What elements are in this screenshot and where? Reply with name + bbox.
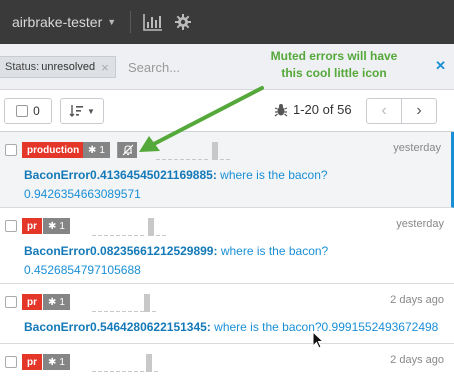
row-checkbox[interactable] [5,220,17,232]
error-row[interactable]: production ✱ 1 yesterday BaconError0.413… [0,132,454,208]
occurrence-count: 1 [59,356,65,368]
row-checkbox[interactable] [5,356,17,368]
occurrence-count: 1 [99,144,105,156]
bug-icon: ✱ [88,144,97,156]
navbar-divider [130,11,132,33]
error-list-screen: airbrake-tester ▼ Status: unresolved × S… [0,0,454,376]
bug-icon: ✱ [48,220,57,232]
project-switcher[interactable]: airbrake-tester ▼ [12,14,116,30]
occurrence-sparkline [92,354,158,372]
project-name: airbrake-tester [12,14,103,30]
muted-annotation: Muted errors will have this cool little … [254,48,414,82]
error-class: BaconError0.08235661212529899: [24,244,218,258]
error-message: where is the bacon? [217,244,329,258]
environment-badge: production [22,142,85,158]
last-occurred: 2 days ago [390,294,444,306]
last-occurred: 2 days ago [390,354,444,366]
status-filter-label: Status: [5,61,40,73]
sort-button[interactable]: ▼ [60,98,104,124]
status-filter-chip[interactable]: Status: unresolved × [0,56,116,78]
occurrence-count: 1 [59,296,65,308]
environment-badge: pr [22,354,42,370]
environment-badge: pr [22,218,42,234]
bar-chart-icon[interactable] [143,13,163,31]
error-message-cont: 0.4526854797105688 [24,263,141,277]
bug-icon [274,103,288,116]
occurrence-count-badge: ✱ 1 [43,294,70,310]
annotation-line-1: Muted errors will have [270,49,398,63]
gear-icon[interactable] [175,14,192,30]
occurrence-count-badge: ✱ 1 [43,218,70,234]
annotation-line-2: this cool little icon [281,66,387,80]
close-icon[interactable]: ✕ [435,58,446,74]
row-checkbox[interactable] [5,296,17,308]
occurrence-sparkline [92,294,156,312]
pagination-text: 1-20 of 56 [293,102,352,117]
selected-count: 0 [33,104,40,118]
occurrence-count-badge: ✱ 1 [83,142,110,158]
search-input[interactable] [124,56,264,78]
select-all-checkbox[interactable] [16,105,29,117]
error-message-cont: 0.9426354663089571 [24,187,141,201]
error-message-link[interactable]: BaconError0.41364545021169885: where is … [24,166,328,204]
error-class: BaconError0.5464280622151345: [24,320,211,334]
sort-icon [69,105,84,117]
caret-down-icon: ▼ [107,17,117,27]
occurrence-sparkline [92,218,166,236]
error-row[interactable]: pr ✱ 1 2 days ago [0,344,454,376]
last-occurred: yesterday [393,142,441,154]
mouse-cursor-icon [312,331,325,349]
row-checkbox[interactable] [5,144,17,156]
top-navbar: airbrake-tester ▼ [0,0,454,44]
remove-filter-icon[interactable]: × [101,61,109,74]
status-filter-value: unresolved [41,61,96,73]
list-toolbar: 0 ▼ 1-20 of 56 ‹ › [0,90,454,132]
error-class: BaconError0.41364545021169885: [24,168,217,182]
select-all-button[interactable]: 0 [4,98,52,124]
error-row[interactable]: pr ✱ 1 2 days ago BaconError0.5464280622… [0,284,454,344]
occurrence-count-badge: ✱ 1 [43,354,70,370]
environment-badge: pr [22,294,42,310]
muted-icon [117,142,137,158]
chevron-down-icon: ▼ [87,106,95,116]
bug-icon: ✱ [48,356,57,368]
error-message: where is the bacon? [216,168,328,182]
error-message-link[interactable]: BaconError0.5464280622151345: where is t… [24,318,438,337]
bug-icon: ✱ [48,296,57,308]
next-page-button[interactable]: › [401,98,437,124]
error-message-link[interactable]: BaconError0.08235661212529899: where is … [24,242,328,280]
pagination-info: 1-20 of 56 [274,102,352,117]
occurrence-sparkline [156,142,230,160]
error-row[interactable]: pr ✱ 1 yesterday BaconError0.08235661212… [0,208,454,284]
last-occurred: yesterday [396,218,444,230]
occurrence-count: 1 [59,220,65,232]
prev-page-button[interactable]: ‹ [366,98,402,124]
